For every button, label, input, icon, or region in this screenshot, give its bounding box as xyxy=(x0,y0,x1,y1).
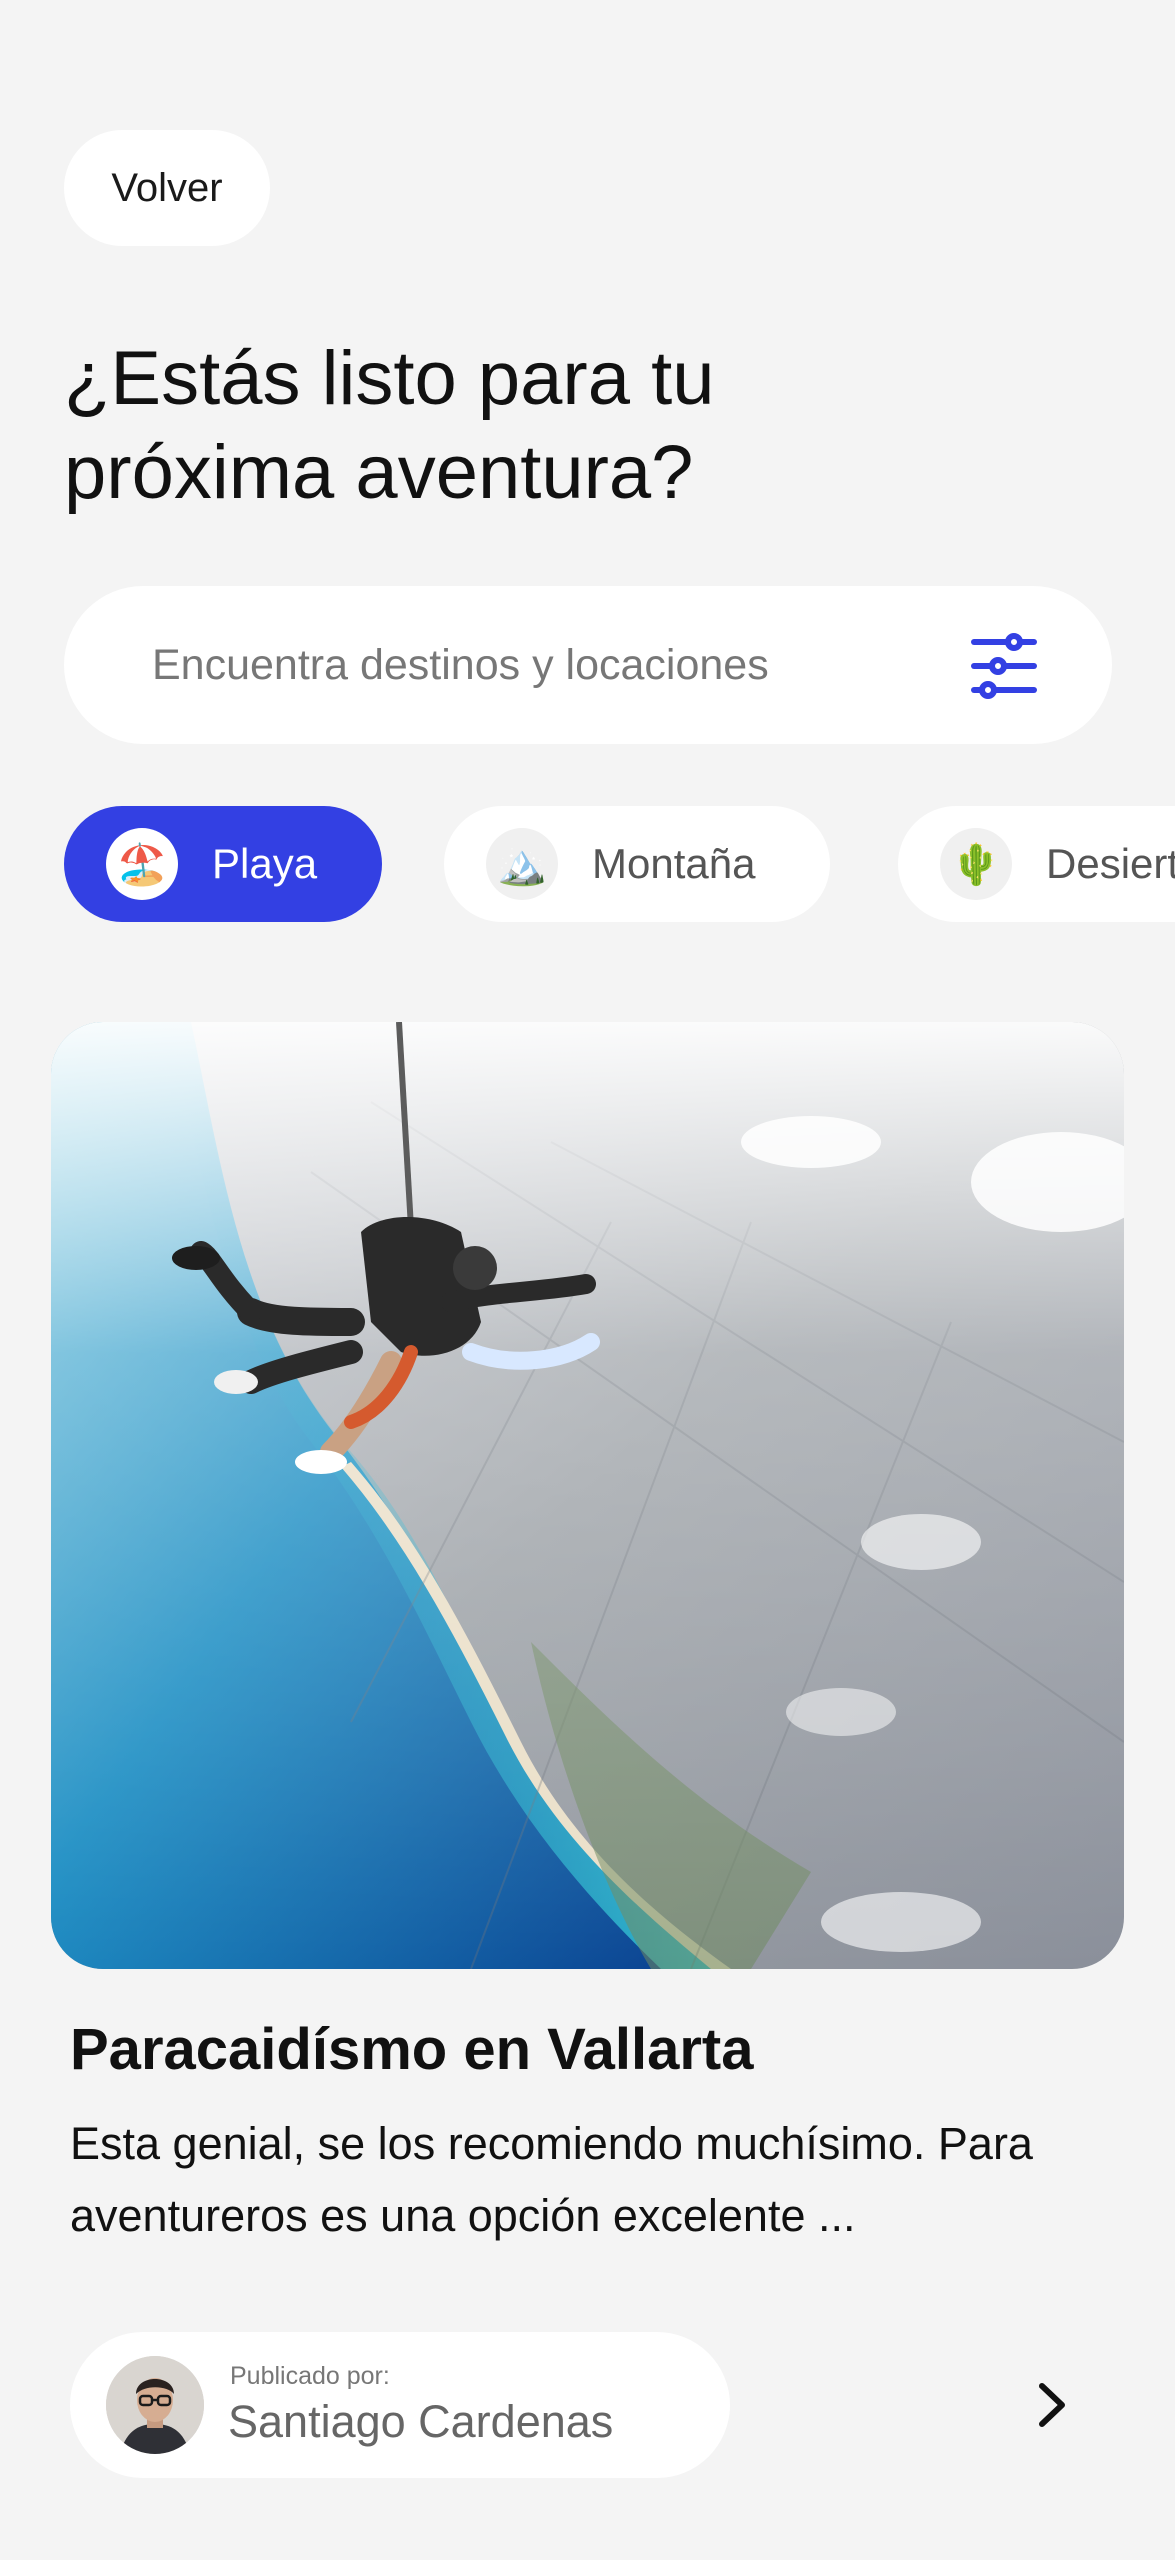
search-bar xyxy=(64,586,1112,744)
search-input[interactable] xyxy=(150,639,914,691)
chevron-right-icon[interactable] xyxy=(1020,2374,1082,2436)
skydiving-photo xyxy=(51,1022,1124,1969)
card-image[interactable] xyxy=(51,1022,1124,1969)
category-chips: 🏖️ Playa 🏔️ Montaña 🌵 Desierto xyxy=(64,806,1175,922)
page-title: ¿Estás listo para tu próxima aventura? xyxy=(64,336,715,515)
card-title: Paracaidísmo en Vallarta xyxy=(70,2017,754,2082)
avatar xyxy=(106,2356,204,2454)
posted-by-label: Publicado por: xyxy=(230,2362,390,2390)
author-name: Santiago Cardenas xyxy=(228,2396,614,2447)
category-chip-playa[interactable]: 🏖️ Playa xyxy=(64,806,382,922)
category-chip-label: Montaña xyxy=(592,840,756,887)
category-chip-montana[interactable]: 🏔️ Montaña xyxy=(444,806,830,922)
category-chip-desierto[interactable]: 🌵 Desierto xyxy=(898,806,1175,922)
back-button[interactable]: Volver xyxy=(64,130,270,246)
beach-umbrella-icon: 🏖️ xyxy=(106,828,178,900)
card-description: Esta genial, se los recomiendo muchísimo… xyxy=(70,2118,1033,2241)
sliders-icon[interactable] xyxy=(968,630,1040,702)
mountain-icon: 🏔️ xyxy=(486,828,558,900)
author-chip[interactable]: Publicado por: Santiago Cardenas xyxy=(70,2332,730,2478)
category-chip-label: Desierto xyxy=(1046,840,1175,887)
cactus-icon: 🌵 xyxy=(940,828,1012,900)
category-chip-label: Playa xyxy=(212,840,318,887)
